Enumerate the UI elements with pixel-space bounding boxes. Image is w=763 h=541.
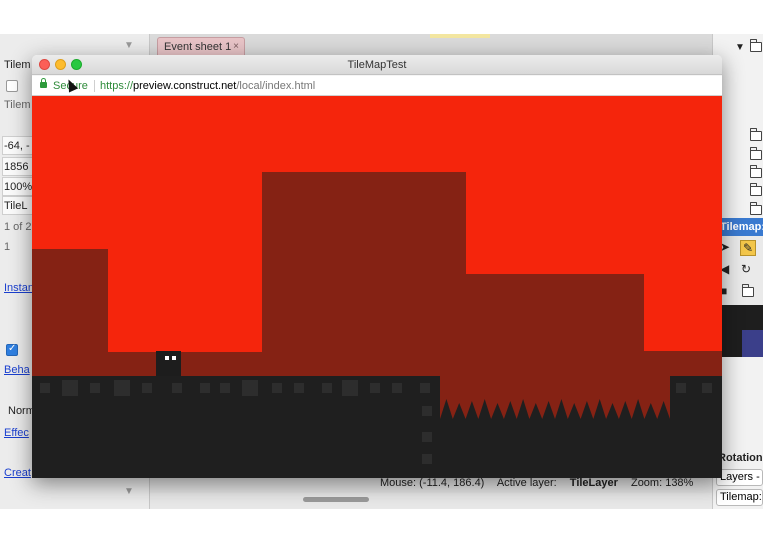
- tile-decoration: [370, 383, 380, 393]
- tile-decoration: [172, 383, 182, 393]
- active-layer-readout: Active layer: TileLayer: [497, 477, 618, 489]
- folder-icon[interactable]: [750, 183, 762, 196]
- prop-layer: TileL: [4, 200, 28, 212]
- prop-object-type: Tilem: [4, 59, 31, 71]
- tile-palette-selection: [742, 330, 763, 357]
- lock-icon: [40, 78, 47, 88]
- tile-decoration: [40, 383, 50, 393]
- address-bar[interactable]: Secure https://preview.construct.net/loc…: [32, 76, 722, 96]
- url-host: preview.construct.net: [133, 80, 237, 92]
- chevron-down-icon[interactable]: ▼: [735, 42, 745, 53]
- url-path: /local/index.html: [236, 80, 316, 92]
- prop-size: 1856: [4, 161, 29, 173]
- prop-instance-count: 1 of 2: [4, 221, 32, 233]
- ground-pit: [440, 421, 670, 478]
- tile-decoration: [114, 380, 130, 396]
- tile-decoration: [242, 380, 258, 396]
- mouse-readout: Mouse: (-11.4, 186.4): [380, 477, 485, 489]
- tile-decoration: [422, 406, 432, 416]
- url-text[interactable]: https://preview.construct.net/local/inde…: [100, 76, 315, 96]
- rotation-label: Rotation: [718, 452, 763, 464]
- preview-window: TileMapTest Secure https://preview.const…: [32, 55, 722, 478]
- chevron-down-icon[interactable]: ▼: [124, 40, 134, 51]
- active-layer-value: TileLayer: [569, 477, 618, 489]
- layout-bottom: [150, 493, 712, 509]
- screen: Event sheet 1 × ▼ Tilem Tilem -64, - 185…: [0, 0, 763, 541]
- tilemap-dropdown[interactable]: Tilemap:: [716, 489, 763, 506]
- pencil-tool-icon[interactable]: ✎: [740, 240, 756, 256]
- tile-decoration: [702, 383, 712, 393]
- address-divider: [94, 80, 95, 92]
- active-layer-label: Active layer:: [496, 477, 557, 489]
- folder-icon[interactable]: [750, 202, 762, 215]
- tile-decoration: [420, 383, 430, 393]
- prop-checkbox-unchecked[interactable]: [6, 80, 18, 92]
- prop-index: 1: [4, 241, 11, 253]
- player-character: [156, 351, 181, 376]
- tile-decoration: [294, 383, 304, 393]
- layers-dropdown[interactable]: Layers -: [716, 469, 763, 486]
- instance-variables-link[interactable]: Instan: [4, 279, 34, 297]
- tile-decoration: [142, 383, 152, 393]
- spike-row: [440, 399, 670, 423]
- effects-link[interactable]: Effec: [4, 424, 34, 442]
- tile-decoration: [90, 383, 100, 393]
- close-icon[interactable]: ×: [233, 38, 239, 56]
- behaviors-link[interactable]: Beha: [4, 361, 34, 379]
- create-link[interactable]: Creat: [4, 464, 34, 482]
- horizontal-scrollbar[interactable]: [303, 497, 369, 502]
- zoom-readout: Zoom: 138%: [630, 477, 694, 489]
- prop-checkbox-checked[interactable]: [6, 343, 18, 356]
- window-title: TileMapTest: [347, 59, 407, 71]
- chevron-down-icon[interactable]: ▼: [124, 486, 134, 497]
- tile-decoration: [200, 383, 210, 393]
- tab-label: Event sheet 1: [164, 41, 232, 53]
- tile-decoration: [342, 380, 358, 396]
- tile-decoration: [322, 383, 332, 393]
- rotate-icon[interactable]: ↻: [741, 262, 751, 276]
- folder-icon[interactable]: [750, 128, 762, 141]
- tile-decoration: [272, 383, 282, 393]
- player-eye: [165, 356, 169, 360]
- layout-tab-highlight: [430, 34, 490, 38]
- tab-event-sheet-1[interactable]: Event sheet 1 ×: [157, 37, 245, 56]
- folder-icon[interactable]: [750, 147, 762, 160]
- tile-decoration: [676, 383, 686, 393]
- folder-icon[interactable]: [750, 165, 762, 178]
- folder-icon[interactable]: [750, 39, 762, 52]
- prop-position: -64, -: [4, 140, 30, 152]
- folder-icon[interactable]: [742, 284, 754, 297]
- window-titlebar[interactable]: TileMapTest: [32, 55, 722, 75]
- tilemap-bar-title: Tilemap: T: [718, 218, 763, 236]
- tile-decoration: [62, 380, 78, 396]
- prop-name: Tilem: [4, 99, 31, 111]
- tile-decoration: [392, 383, 402, 393]
- player-eye: [172, 356, 176, 360]
- status-bar: Mouse: (-11.4, 186.4) Active layer: Tile…: [380, 477, 712, 493]
- url-scheme: https://: [100, 80, 134, 92]
- tile-decoration: [422, 432, 432, 442]
- prop-opacity: 100%: [4, 181, 33, 193]
- tile-decoration: [220, 383, 230, 393]
- game-canvas[interactable]: [32, 96, 722, 478]
- tile-decoration: [422, 454, 432, 464]
